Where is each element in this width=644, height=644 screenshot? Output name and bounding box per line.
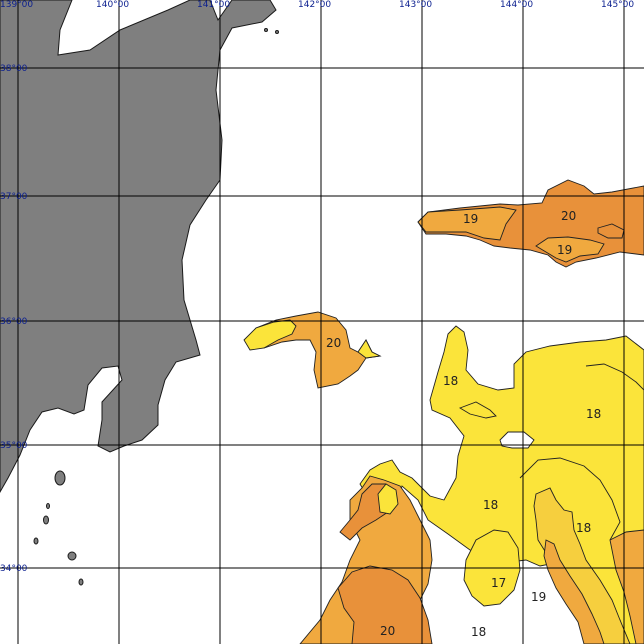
lon-label-145: 145°00 bbox=[601, 0, 634, 10]
lat-label-37: 37°00 bbox=[0, 192, 28, 202]
islet-2 bbox=[275, 30, 279, 34]
isotherm-label: 18 bbox=[483, 498, 498, 512]
isotherm-label: 19 bbox=[557, 243, 572, 257]
isotherm-label: 20 bbox=[561, 209, 576, 223]
island-5 bbox=[78, 578, 84, 586]
isotherm-label: 19 bbox=[531, 590, 546, 604]
honshu-landmass bbox=[0, 0, 277, 494]
lat-label-38: 38°00 bbox=[0, 64, 28, 74]
lon-label-139: 139°00 bbox=[0, 0, 33, 10]
isotherm-label: 17 bbox=[491, 576, 506, 590]
isotherm-label: 18 bbox=[443, 374, 458, 388]
island-6 bbox=[46, 503, 50, 509]
isotherm-label: 18 bbox=[471, 625, 486, 639]
island-2 bbox=[43, 515, 49, 525]
lon-label-142: 142°00 bbox=[298, 0, 331, 10]
isotherm-label: 18 bbox=[586, 407, 601, 421]
island-4 bbox=[67, 551, 77, 561]
lat-label-35: 35°00 bbox=[0, 441, 28, 451]
isotherm-label: 20 bbox=[326, 336, 341, 350]
islet-1 bbox=[264, 28, 268, 32]
isotherm-label: 20 bbox=[380, 624, 395, 638]
lon-label-143: 143°00 bbox=[399, 0, 432, 10]
lon-label-141: 141°00 bbox=[197, 0, 230, 10]
island-1 bbox=[54, 470, 66, 486]
isotherm-label: 19 bbox=[463, 212, 478, 226]
lon-label-144: 144°00 bbox=[500, 0, 533, 10]
isotherm-label: 18 bbox=[576, 521, 591, 535]
island-3 bbox=[33, 537, 39, 545]
lat-label-34: 34°00 bbox=[0, 564, 28, 574]
lat-label-36: 36°00 bbox=[0, 317, 28, 327]
lon-label-140: 140°00 bbox=[96, 0, 129, 10]
sea-surface-temperature-map: 139°00 140°00 141°00 142°00 143°00 144°0… bbox=[0, 0, 644, 644]
